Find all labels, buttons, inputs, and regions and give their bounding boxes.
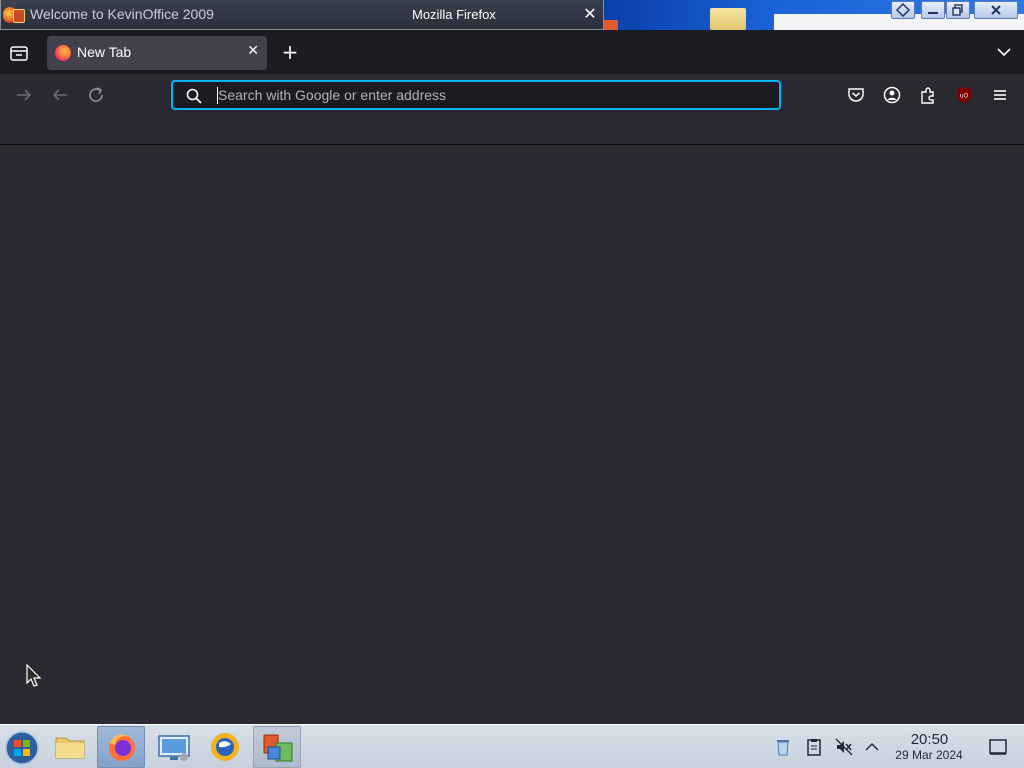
- chevron-up-icon: [865, 742, 879, 751]
- office-documents-icon: [263, 734, 293, 762]
- close-icon: [991, 5, 1001, 15]
- account-button[interactable]: [882, 85, 902, 105]
- pocket-button[interactable]: [846, 85, 866, 105]
- firefox-icon: [109, 734, 135, 761]
- close-tab-icon[interactable]: ✕: [247, 43, 259, 59]
- extensions-button[interactable]: [918, 85, 938, 105]
- extensions-icon: [921, 87, 934, 104]
- list-all-tabs-button[interactable]: [995, 43, 1013, 61]
- svg-text:uO: uO: [960, 93, 969, 100]
- window-close-button[interactable]: [974, 1, 1018, 19]
- back-button[interactable]: [50, 85, 70, 105]
- window-title: Mozilla Firefox: [412, 7, 496, 22]
- start-orb-icon: [5, 731, 39, 765]
- address-bar[interactable]: Search with Google or enter address: [171, 80, 781, 110]
- new-tab-button[interactable]: +: [280, 41, 300, 63]
- volume-tray[interactable]: [834, 737, 854, 757]
- restore-button[interactable]: [946, 1, 970, 19]
- clock-date[interactable]: 29 Mar 2024: [889, 748, 969, 762]
- taskbar-remote-desktop[interactable]: [150, 726, 198, 768]
- address-bar-placeholder: Search with Google or enter address: [218, 87, 447, 103]
- clipboard-tray[interactable]: [804, 737, 824, 757]
- taskbar-firefox[interactable]: [97, 726, 145, 768]
- taskbar-kevinoffice-sun[interactable]: [201, 726, 249, 768]
- background-window-title: Welcome to KevinOffice 2009: [30, 6, 214, 22]
- clipboard-icon: [807, 739, 821, 756]
- clock-time[interactable]: 20:50: [902, 731, 957, 748]
- chevron-down-icon: [997, 48, 1011, 57]
- sun-globe-icon: [211, 733, 239, 761]
- minimize-icon: [928, 12, 938, 14]
- pocket-icon: [848, 88, 864, 102]
- recycle-bin-icon: [777, 740, 789, 756]
- taskbar-file-manager[interactable]: [46, 726, 94, 768]
- firefox-view-icon: [10, 46, 28, 61]
- arrow-left-icon: [52, 89, 67, 101]
- remote-desktop-icon: [158, 735, 190, 761]
- firefox-view-button[interactable]: [8, 42, 30, 64]
- tab-new-tab[interactable]: New Tab ✕: [47, 36, 267, 70]
- background-desktop-strip: [604, 0, 1024, 30]
- forward-button[interactable]: [14, 85, 34, 105]
- title-bar-left: Welcome to KevinOffice 2009 Mozilla Fire…: [0, 0, 604, 30]
- folder-icon: [710, 8, 746, 30]
- page-content[interactable]: [0, 145, 1024, 724]
- account-icon: [883, 86, 901, 104]
- always-on-top-button[interactable]: [891, 1, 915, 19]
- reload-icon: [89, 87, 103, 102]
- search-icon: [186, 88, 202, 104]
- kevinoffice-app-icon: [3, 5, 27, 25]
- ublock-button[interactable]: uO: [955, 86, 973, 104]
- ublock-icon: uO: [957, 87, 971, 103]
- mouse-pointer-icon: [26, 663, 42, 692]
- start-button[interactable]: [2, 727, 42, 767]
- title-bar: Welcome to KevinOffice 2009 Mozilla Fire…: [0, 0, 1024, 30]
- minimize-button[interactable]: [921, 1, 945, 19]
- tab-label: New Tab: [77, 44, 132, 60]
- close-icon[interactable]: ✕: [581, 5, 599, 23]
- taskbar: [0, 724, 1024, 768]
- arrow-right-icon: [17, 89, 32, 101]
- nav-bar: Search with Google or enter address: [0, 74, 1024, 116]
- folder-icon: [55, 737, 85, 759]
- app-menu-button[interactable]: [990, 85, 1010, 105]
- diamond-icon: [895, 2, 911, 18]
- firefox-icon: [55, 45, 71, 61]
- restore-icon: [952, 4, 963, 16]
- show-desktop-button[interactable]: [988, 737, 1008, 757]
- reload-button[interactable]: [86, 85, 106, 105]
- taskbar-kevinoffice-docs[interactable]: [253, 726, 301, 768]
- menu-icon: [994, 90, 1006, 100]
- show-hidden-icons-button[interactable]: [862, 737, 882, 757]
- show-desktop-icon: [989, 739, 1007, 755]
- recycle-bin-tray[interactable]: [773, 737, 793, 757]
- tab-strip: New Tab ✕ +: [0, 30, 1024, 74]
- volume-muted-icon: [835, 738, 853, 756]
- bookmarks-toolbar: [0, 116, 1024, 145]
